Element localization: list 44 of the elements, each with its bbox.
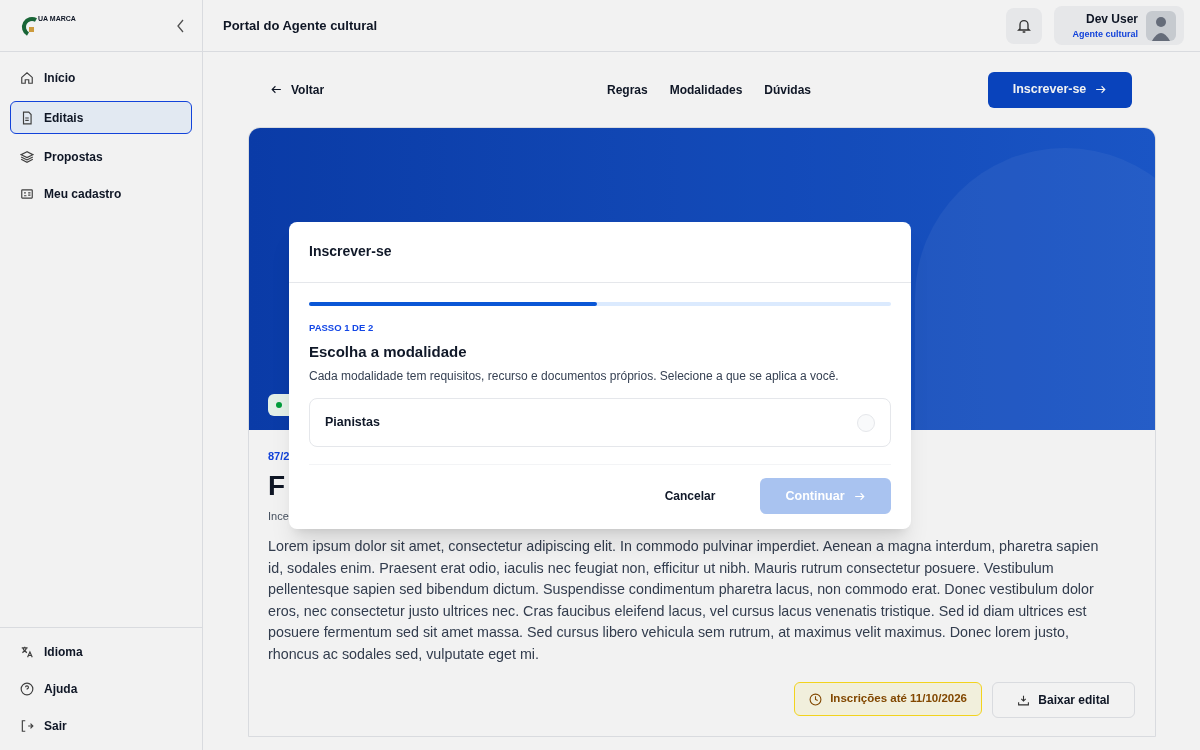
deadline-badge: Inscrições até 11/10/2026 (794, 682, 982, 716)
translate-icon (20, 645, 34, 659)
sidebar-item[interactable]: Ajuda (10, 675, 192, 703)
edital-code: 87/2 (268, 449, 290, 464)
radio-button[interactable] (857, 413, 875, 432)
clock-icon (809, 692, 823, 706)
section-link[interactable]: Modalidades (669, 80, 743, 99)
arrow-left-icon (270, 83, 283, 96)
sidebar-item[interactable]: Início (10, 64, 192, 92)
user-role: Agente cultural (1072, 27, 1138, 41)
modal-description: Cada modalidade tem requisitos, recurso e documentos próprios. Selecione a que se aplica a você. (309, 368, 840, 386)
bell-icon (1016, 17, 1032, 34)
download-button[interactable]: Baixar edital (992, 682, 1135, 718)
arrow-right-icon (1094, 83, 1108, 96)
edital-description: Lorem ipsum dolor sit amet, consectetur adipiscing elit. In commodo pulvinar imperdiet. Aenean a magna interdum, pharetra sapien id, sodales enim. Praesent erat odio, iaculis nec feugiat non, efficitur ut nibh. Mauris rutrum consectetur posuere. Vestibulum pellentesque sapien sed bibendum dictum. Suspendisse condimentum pharetra lacus, non commodo erat. Donec vestibulum dolor eros, nec consectetur justo ultrices nec. Cras faucibus eleifend lacus, vel cursus lacus venenatis tristique. Sed id diam ultrices est posuere fermentum sed sit amet massa. Sed cursus libero vehicula sem rutrum, at maximus velit maximus. Donec lorem justo, rhoncus ac sodales sed, vulputate eget mi. (268, 537, 1100, 664)
modality-option[interactable]: Pianistas (309, 398, 891, 448)
collapse-icon[interactable] (176, 18, 186, 33)
home-icon (20, 71, 34, 85)
sidebar-item[interactable]: Propostas (10, 143, 192, 171)
sidebar-item[interactable]: Idioma (10, 638, 192, 666)
subscribe-button[interactable]: Inscrever-se (988, 71, 1132, 108)
logout-icon (20, 719, 34, 733)
edital-title: F (268, 468, 286, 503)
sidebar-item[interactable]: Editais (10, 101, 192, 134)
page-title: Portal do Agente cultural (223, 16, 378, 35)
id-card-icon (20, 187, 34, 201)
cancel-button[interactable]: Cancelar (630, 478, 750, 515)
layers-icon (20, 150, 34, 164)
modal-heading: Escolha a modalidade (309, 341, 468, 362)
user-name: Dev User (1085, 10, 1138, 28)
avatar-icon (1146, 10, 1176, 41)
user-menu[interactable]: Dev User Agente cultural (1054, 5, 1184, 46)
modal-title: Inscrever-se (309, 242, 392, 261)
document-icon (20, 110, 34, 125)
sidebar-item[interactable]: Meu cadastro (10, 180, 192, 208)
section-link[interactable]: Regras (606, 80, 648, 99)
notification-button[interactable] (1006, 7, 1042, 44)
back-link[interactable]: Voltar (270, 80, 430, 99)
step-label: PASSO 1 DE 2 (309, 320, 375, 335)
sidebar-item[interactable]: Sair (10, 712, 192, 740)
section-link[interactable]: Dúvidas (764, 80, 812, 99)
edital-subtitle: Ince (268, 508, 289, 524)
download-icon (1017, 693, 1031, 707)
help-icon (20, 682, 34, 696)
